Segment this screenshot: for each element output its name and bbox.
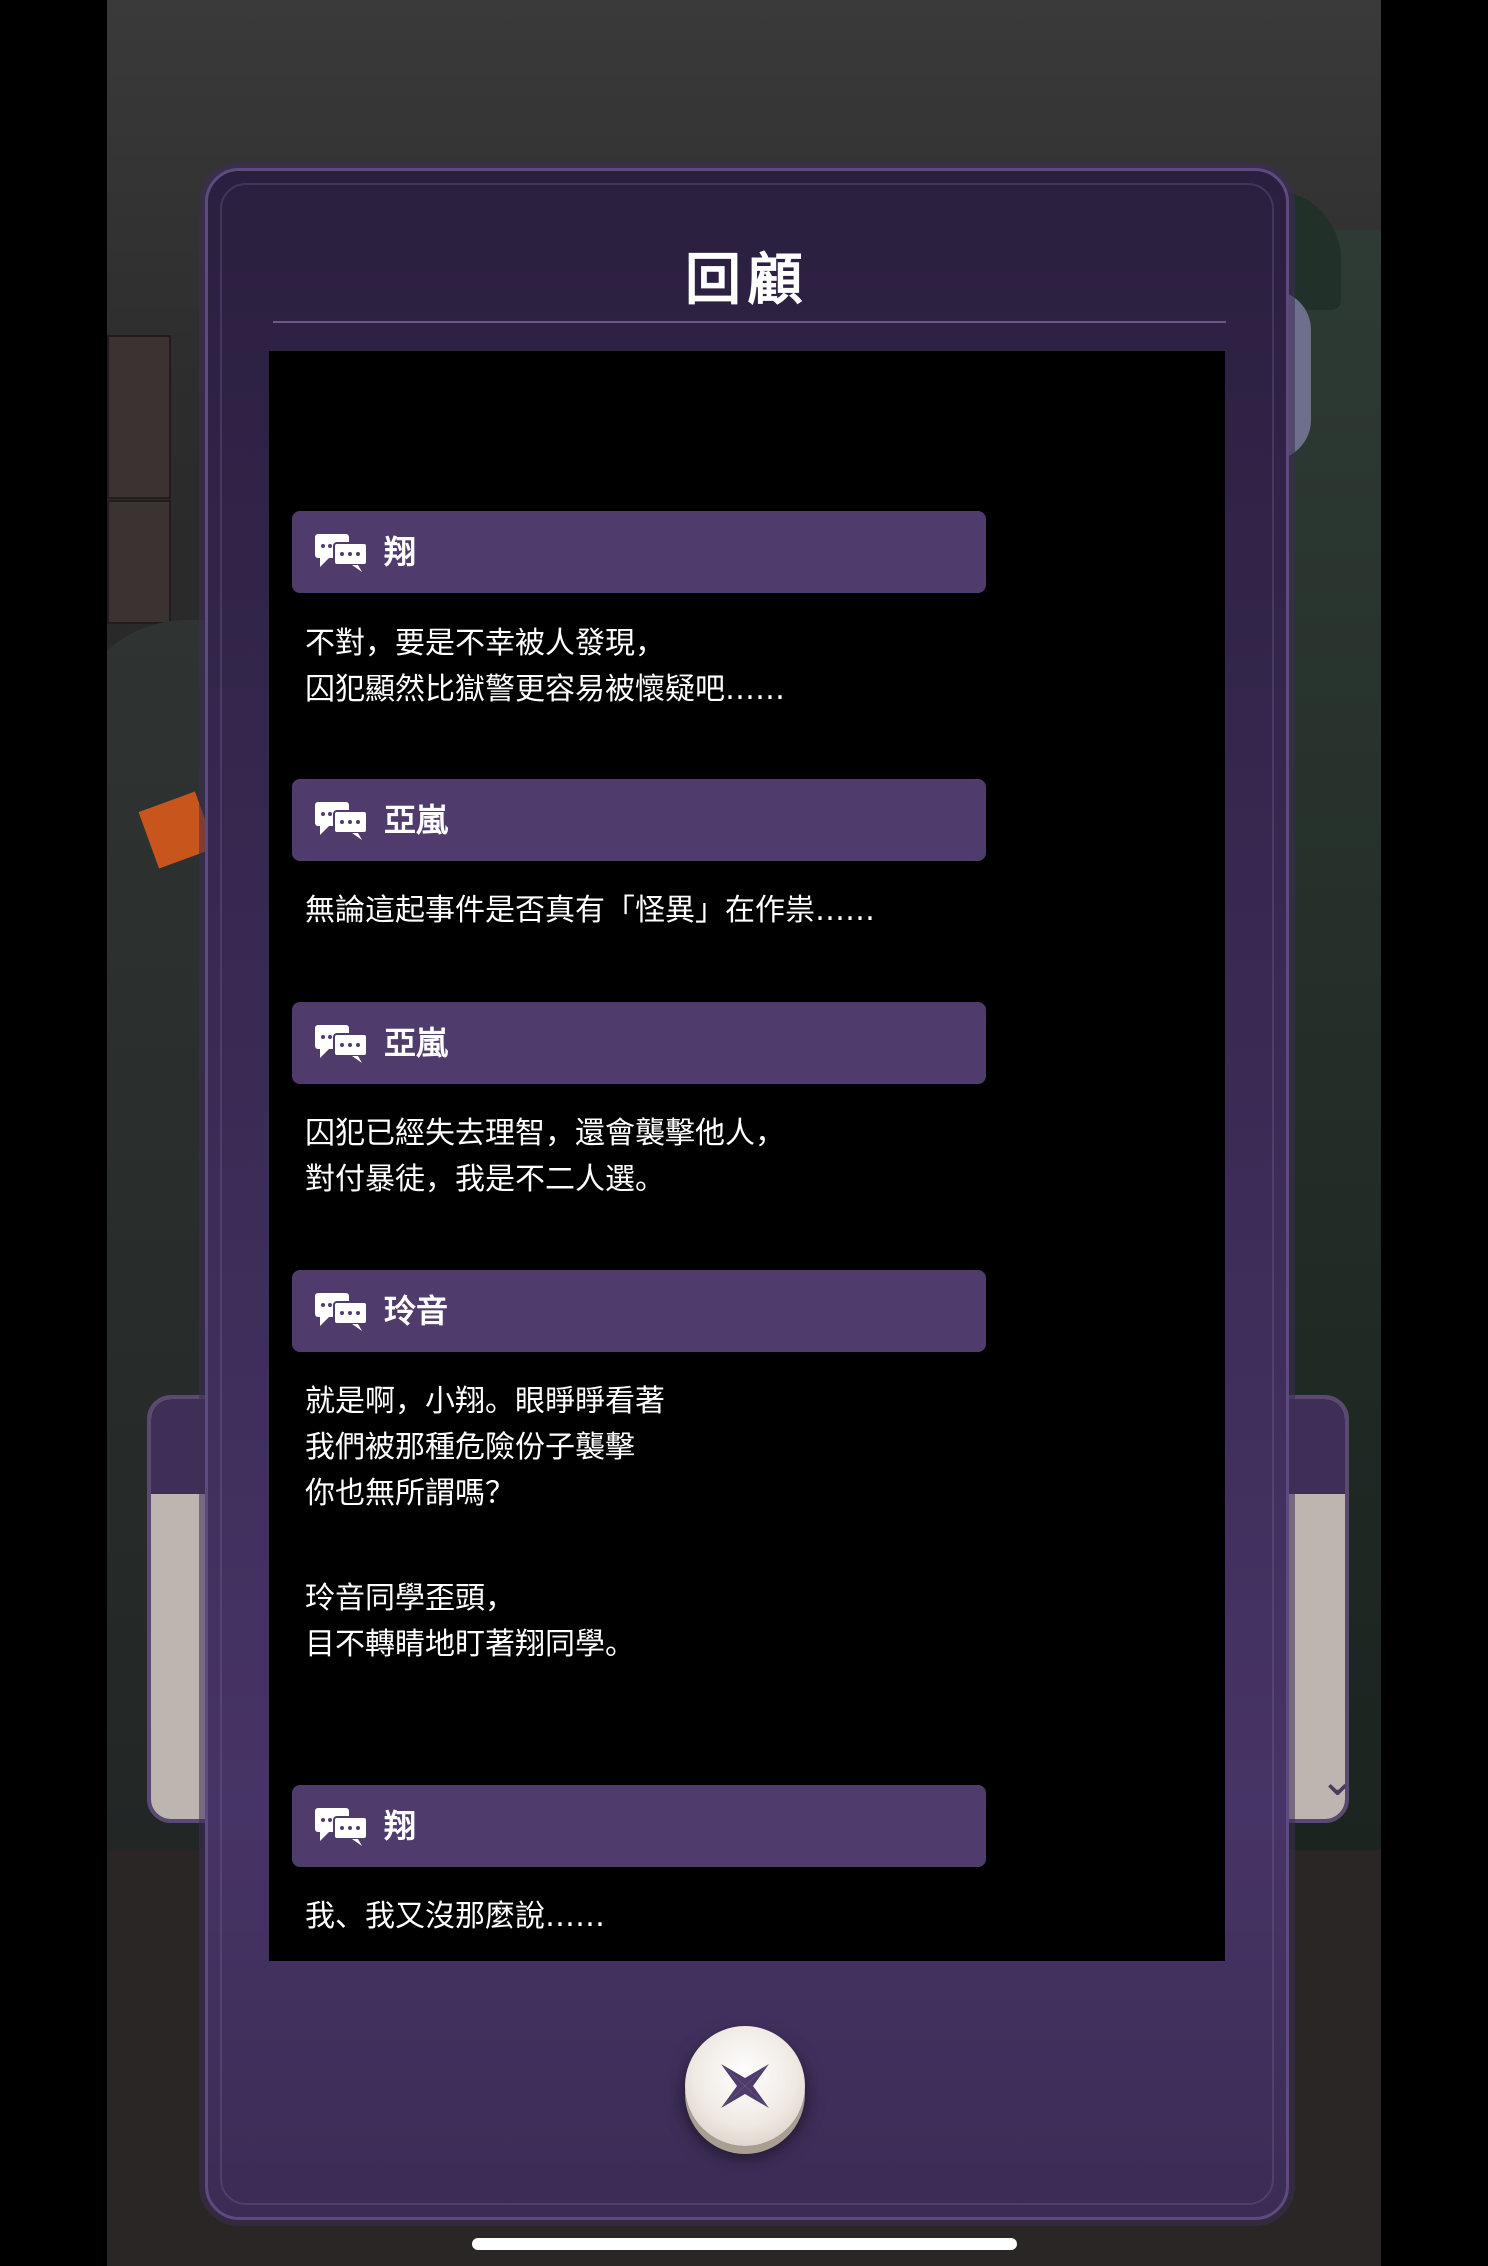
dialogue-line: 對付暴徒，我是不二人選。: [305, 1162, 665, 1197]
modal-title: 回顧: [685, 248, 809, 313]
speech-bubbles-icon: [315, 1808, 368, 1846]
speaker-bar: 亞嵐: [292, 779, 986, 861]
speaker-name: 玲音: [384, 1292, 449, 1330]
speaker-name: 亞嵐: [384, 1024, 449, 1062]
dialogue-line: 就是啊，小翔。眼睜睜看著: [305, 1384, 665, 1419]
narration-line: 玲音同學歪頭，: [305, 1581, 515, 1616]
close-x-icon: [721, 2064, 769, 2108]
speaker-name: 亞嵐: [384, 801, 449, 839]
speaker-bar: 亞嵐: [292, 1002, 986, 1084]
title-divider: [273, 321, 1226, 323]
speaker-name: 翔: [384, 1807, 417, 1845]
dialogue-line: 不對，要是不幸被人發現，: [305, 626, 665, 661]
narration-line: 目不轉睛地盯著翔同學。: [305, 1627, 635, 1662]
speech-bubbles-icon: [315, 1293, 368, 1331]
speaker-bar: 翔: [292, 511, 986, 593]
chevron-down-icon: ⌄: [1319, 1755, 1356, 1806]
close-button[interactable]: [685, 2026, 805, 2146]
backlog-modal: 回顧 翔 不對，要是不幸被人發現， 囚犯顯然比獄警更容易被懷疑吧…… 亞嵐 無論…: [205, 168, 1289, 2220]
speech-bubbles-icon: [315, 534, 368, 572]
speech-bubbles-icon: [315, 1025, 368, 1063]
dialogue-line: 囚犯已經失去理智，還會襲擊他人，: [305, 1116, 785, 1151]
shelf-box: [107, 500, 171, 624]
dialogue-line: 我們被那種危險份子襲擊: [305, 1430, 635, 1465]
shelf-box: [107, 335, 171, 499]
speech-bubbles-icon: [315, 802, 368, 840]
speaker-bar: 玲音: [292, 1270, 986, 1352]
home-indicator[interactable]: [472, 2238, 1017, 2250]
dialogue-line: 我、我又沒那麼說……: [305, 1899, 605, 1934]
dialogue-line: 囚犯顯然比獄警更容易被懷疑吧……: [305, 672, 785, 707]
backlog-scroll-area[interactable]: 翔 不對，要是不幸被人發現， 囚犯顯然比獄警更容易被懷疑吧…… 亞嵐 無論這起事…: [269, 351, 1225, 1961]
dialogue-line: 你也無所謂嗎？: [305, 1476, 515, 1511]
speaker-bar: 翔: [292, 1785, 986, 1867]
speaker-name: 翔: [384, 533, 417, 571]
dialogue-line: 無論這起事件是否真有「怪異」在作祟……: [305, 893, 875, 928]
